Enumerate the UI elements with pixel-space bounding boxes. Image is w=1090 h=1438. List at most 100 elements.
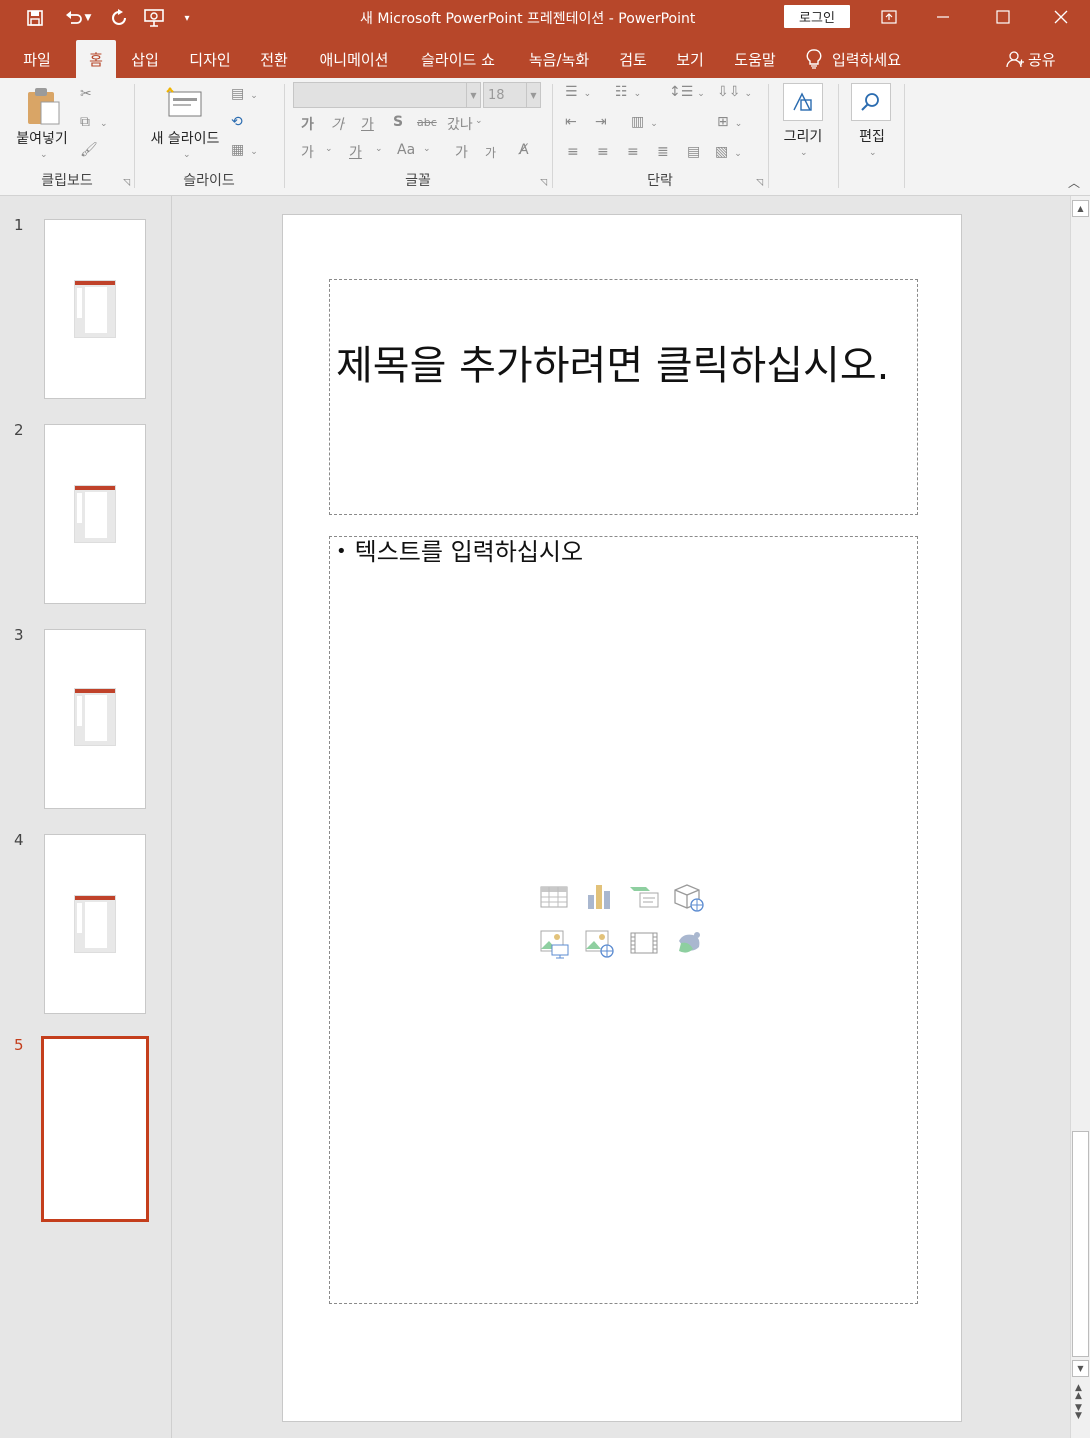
new-slide-icon[interactable] [165,86,205,120]
font-size-combo[interactable]: 18 ▼ [483,82,541,108]
distributed-icon[interactable]: ▤ [687,144,700,160]
change-case-dropdown-icon[interactable]: ⌄ [423,144,431,154]
tab-animations[interactable]: 애니메이션 [308,40,400,78]
tab-help[interactable]: 도움말 [724,40,786,78]
save-icon[interactable] [22,4,48,32]
new-slide-dropdown-icon[interactable]: ⌄ [183,150,191,160]
shapes-icon[interactable] [783,83,823,121]
slide-thumbnail-2[interactable] [44,424,146,604]
login-button[interactable]: 로그인 [784,5,850,28]
collapse-ribbon-icon[interactable]: ︿ [1068,174,1080,191]
tab-transitions[interactable]: 전환 [250,40,298,78]
tab-insert[interactable]: 삽입 [122,40,168,78]
slide-thumbnail-3[interactable] [44,629,146,809]
font-size-dropdown-icon[interactable]: ▼ [526,83,540,107]
copy-icon[interactable]: ⧉ ⌄ [80,114,108,130]
slide-thumbnail-4[interactable] [44,834,146,1014]
picture-icon[interactable] [538,927,570,959]
increase-indent-icon[interactable]: ⇥ [595,114,607,130]
drawing-dropdown-icon[interactable]: ⌄ [800,148,808,158]
shrink-font-icon[interactable]: 가 [485,144,496,161]
char-spacing-icon[interactable]: 갔나 [447,114,473,134]
chart-icon[interactable] [583,881,615,913]
italic-icon[interactable]: 가 [331,114,344,134]
scroll-up-icon[interactable]: ▲ [1072,200,1089,217]
bullets-icon[interactable]: ☰ ⌄ [565,84,591,100]
text-highlight-icon[interactable]: 가 [301,142,314,162]
columns-icon[interactable]: ▥ ⌄ [631,114,658,130]
section-icon[interactable]: ▦ ⌄ [231,142,258,158]
align-left-icon[interactable]: ≡ [567,144,579,160]
underline-icon[interactable]: 가 [361,114,374,134]
format-painter-icon[interactable]: 🖌 [80,142,98,158]
scroll-down-icon[interactable]: ▼ [1072,1360,1089,1377]
drawing-button[interactable]: 그리기 [769,126,837,146]
char-spacing-dropdown-icon[interactable]: ⌄ [475,116,483,126]
paragraph-launcher-icon[interactable]: ◹ [756,178,763,188]
decrease-indent-icon[interactable]: ⇤ [565,114,577,130]
tab-view[interactable]: 보기 [666,40,714,78]
find-icon[interactable] [851,83,891,121]
slide-thumbnail-5[interactable] [41,1036,149,1222]
smartart-icon[interactable] [628,881,660,913]
text-direction-icon[interactable]: ⇩⇩ ⌄ [717,84,752,100]
previous-slide-icon[interactable]: ▲ ▲ [1075,1384,1082,1401]
editing-button[interactable]: 편집 [839,126,905,146]
align-center-icon[interactable]: ≡ [597,144,609,160]
undo-icon[interactable]: ▼ [58,4,98,32]
slide-canvas[interactable]: 제목을 추가하려면 클릭하십시오. • 텍스트를 입력하십시오 [282,214,962,1422]
ribbon-display-options-icon[interactable] [866,0,912,34]
font-color-dropdown-icon[interactable]: ⌄ [375,144,383,154]
change-case-icon[interactable]: Aa [397,142,415,158]
grow-font-icon[interactable]: 가 [455,142,468,162]
highlight-dropdown-icon[interactable]: ⌄ [325,144,333,154]
align-text-icon[interactable]: ⊞ ⌄ [717,114,742,130]
maximize-icon[interactable] [980,0,1026,34]
online-picture-icon[interactable] [583,927,615,959]
redo-icon[interactable] [106,4,132,32]
font-launcher-icon[interactable]: ◹ [540,178,547,188]
vertical-scrollbar[interactable]: ▲ ▼ ▲ ▲ ▼ ▼ [1070,196,1090,1438]
slide-thumbnail-1[interactable] [44,219,146,399]
font-name-dropdown-icon[interactable]: ▼ [466,83,480,107]
icons-icon[interactable] [673,927,705,959]
table-icon[interactable] [538,881,570,913]
tab-file[interactable]: 파일 [10,40,64,78]
align-right-icon[interactable]: ≡ [627,144,639,160]
next-slide-icon[interactable]: ▼ ▼ [1075,1404,1082,1421]
tab-review[interactable]: 검토 [610,40,656,78]
cut-icon[interactable]: ✂ [80,86,92,102]
font-name-combo[interactable]: ▼ [293,82,481,108]
bold-icon[interactable]: 가 [301,114,314,134]
smartart-convert-icon[interactable]: ▧ ⌄ [715,144,742,160]
undo-dropdown-icon[interactable]: ▼ [85,13,92,23]
customize-qat-icon[interactable]: ▾ [176,4,198,32]
shadow-icon[interactable]: S [393,114,403,130]
clipboard-launcher-icon[interactable]: ◹ [123,178,130,188]
clear-formatting-icon[interactable]: A̸ [519,142,529,158]
tab-design[interactable]: 디자인 [180,40,240,78]
present-icon[interactable] [140,4,168,32]
editing-dropdown-icon[interactable]: ⌄ [869,148,877,158]
video-icon[interactable] [628,927,660,959]
title-placeholder[interactable]: 제목을 추가하려면 클릭하십시오. [329,279,918,515]
scrollbar-thumb[interactable] [1072,1131,1089,1357]
tab-home[interactable]: 홈 [76,40,116,78]
tab-slideshow[interactable]: 슬라이드 쇼 [410,40,506,78]
strikethrough-icon[interactable]: abc [417,116,437,129]
close-icon[interactable] [1038,0,1084,34]
paste-button[interactable]: 붙여넣기 [10,128,74,148]
minimize-icon[interactable] [920,0,966,34]
justify-icon[interactable]: ≣ [657,144,669,160]
tab-record[interactable]: 녹음/녹화 [516,40,602,78]
font-color-icon[interactable]: 가 [349,142,362,162]
line-spacing-icon[interactable]: ↕☰ ⌄ [669,84,705,100]
tell-me-search[interactable]: 입력하세요 [806,40,901,78]
3d-model-icon[interactable] [673,881,705,913]
share-button[interactable]: 공유 [1006,40,1056,78]
paste-dropdown-icon[interactable]: ⌄ [40,150,48,160]
layout-icon[interactable]: ▤ ⌄ [231,86,258,102]
reset-icon[interactable]: ⟲ [231,114,243,130]
paste-icon[interactable] [26,86,62,126]
numbering-icon[interactable]: ☷ ⌄ [615,84,641,100]
